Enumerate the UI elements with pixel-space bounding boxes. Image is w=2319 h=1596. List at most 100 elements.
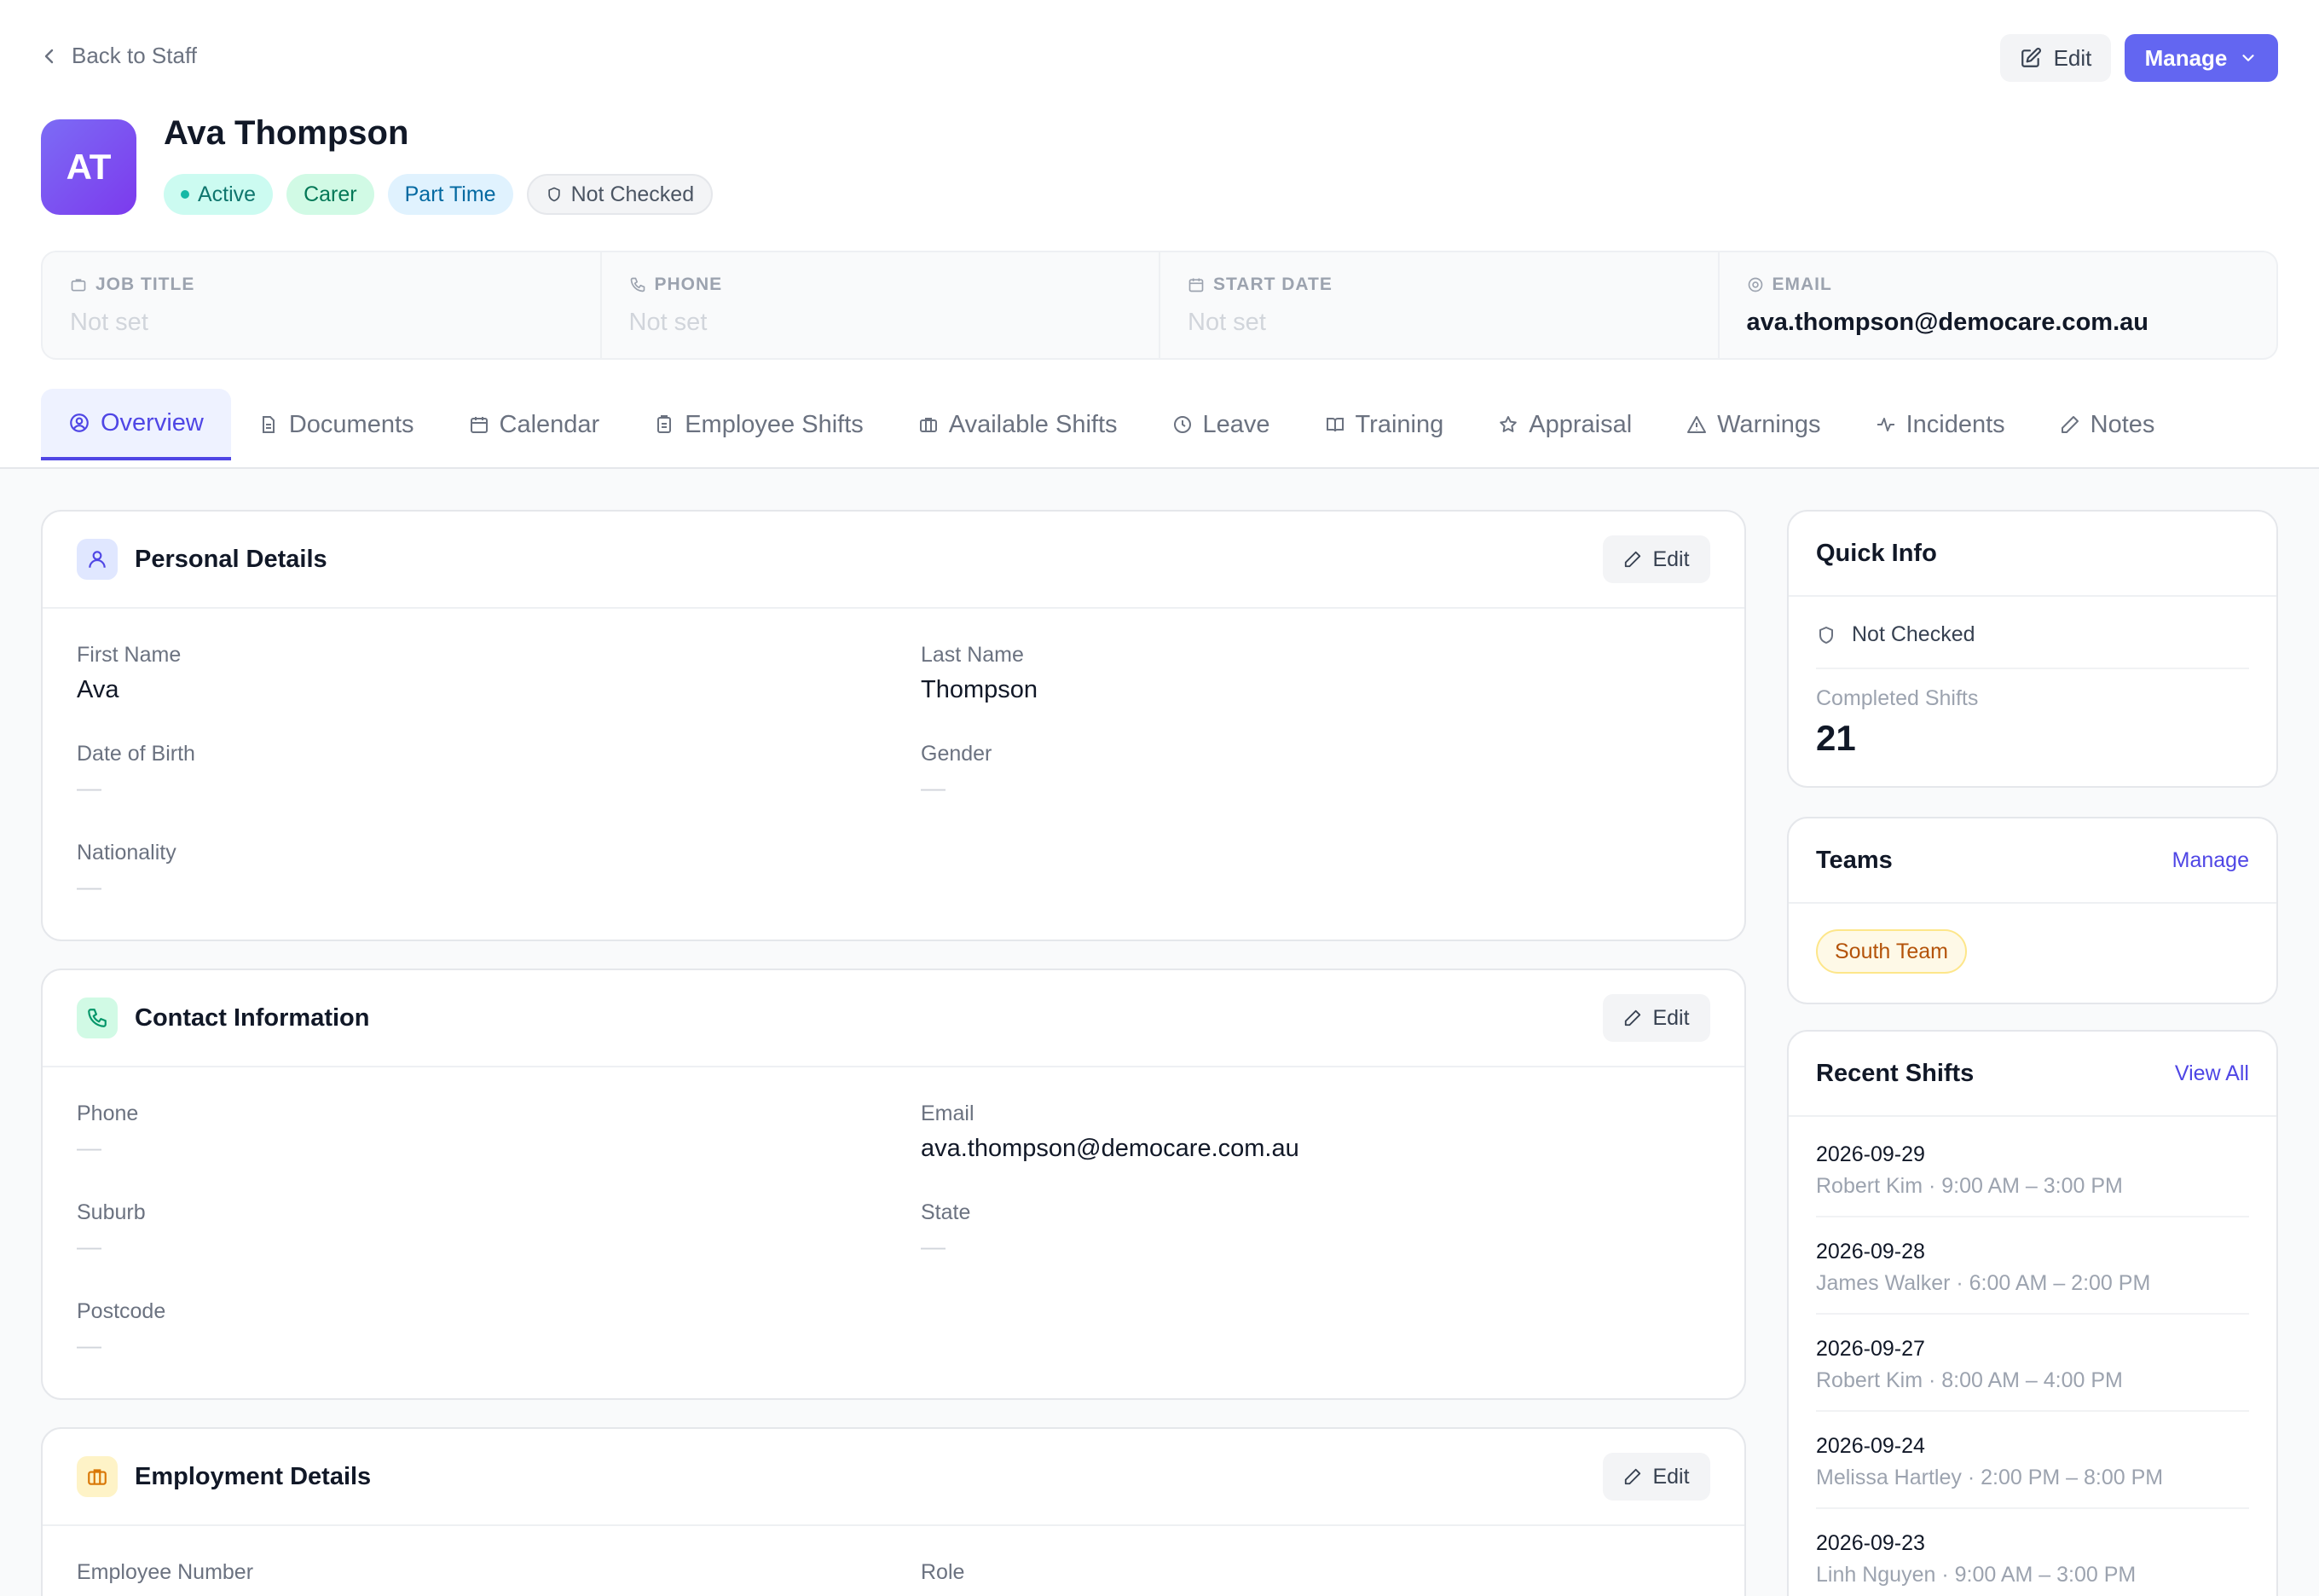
tab-documents[interactable]: Documents — [231, 389, 442, 460]
edit-personal-button[interactable]: Edit — [1603, 535, 1710, 583]
back-label: Back to Staff — [72, 43, 197, 68]
personal-details-card: Personal Details Edit First Name Ava Last… — [41, 510, 1746, 941]
calendar-icon — [470, 417, 488, 433]
calendar-icon — [1188, 278, 1204, 292]
manage-teams-link[interactable]: Manage — [2172, 848, 2249, 873]
tab-available-shifts[interactable]: Available Shifts — [891, 389, 1145, 460]
tab-calendar[interactable]: Calendar — [442, 389, 627, 460]
list-item[interactable]: 2026-09-29 Robert Kim · 9:00 AM – 3:00 PM — [1789, 1117, 2276, 1199]
overview-content: Personal Details Edit First Name Ava Last… — [0, 467, 2319, 1596]
contact-email-field: Email ava.thompson@democare.com.au — [921, 1102, 1299, 1163]
shift-description: Linh Nguyen · 9:00 AM – 3:00 PM — [1816, 1563, 2137, 1587]
back-to-staff-link[interactable]: Back to Staff — [43, 43, 197, 69]
role-field: Role — [921, 1560, 964, 1585]
dob-label: Date of Birth — [77, 742, 195, 766]
tab-overview[interactable]: Overview — [41, 389, 231, 460]
pencil-icon — [1625, 551, 1641, 568]
edit-personal-label: Edit — [1652, 546, 1690, 571]
shift-date: 2026-09-28 — [1816, 1240, 1925, 1264]
tab-notes-label: Notes — [2090, 410, 2155, 438]
employment-details-card: Employment Details Edit Employee Number … — [41, 1427, 1746, 1596]
state-label: State — [921, 1200, 971, 1224]
tab-warnings[interactable]: Warnings — [1659, 389, 1848, 460]
shield-icon — [547, 187, 560, 202]
shift-date: 2026-09-23 — [1816, 1531, 1925, 1555]
tab-employee-shifts-label: Employee Shifts — [685, 410, 864, 438]
tab-incidents-label: Incidents — [1906, 410, 2005, 438]
shift-date: 2026-09-27 — [1816, 1337, 1925, 1361]
tab-appraisal[interactable]: Appraisal — [1471, 389, 1659, 460]
carer-badge-label: Carer — [304, 182, 357, 206]
list-item[interactable]: 2026-09-28 James Walker · 6:00 AM – 2:00 … — [1789, 1217, 2276, 1296]
edit-employment-button[interactable]: Edit — [1603, 1453, 1710, 1501]
briefcase-icon — [919, 418, 937, 432]
star-icon — [1500, 416, 1518, 432]
user-icon — [77, 539, 118, 580]
recent-shifts-title: Recent Shifts — [1816, 1059, 1975, 1087]
employee-number-field: Employee Number — [77, 1560, 253, 1585]
job-title-label: JOB TITLE — [95, 275, 195, 294]
briefcase-icon — [71, 279, 86, 292]
completed-shifts-stat: Completed Shifts 21 — [1789, 669, 2276, 759]
part-time-badge: Part Time — [387, 174, 513, 215]
dob-value: — — [77, 775, 101, 802]
staff-name: Ava Thompson — [164, 114, 409, 152]
briefcase-icon — [77, 1456, 118, 1497]
teams-header: Teams Manage — [1789, 818, 2276, 904]
user-circle-icon — [70, 413, 89, 432]
pencil-icon — [2061, 416, 2079, 433]
clock-icon — [1173, 416, 1191, 433]
quick-info-title: Quick Info — [1816, 539, 1937, 567]
tab-notes[interactable]: Notes — [2033, 389, 2183, 460]
tab-leave[interactable]: Leave — [1145, 389, 1298, 460]
contact-information-header: Contact Information Edit — [43, 970, 1744, 1067]
active-badge: Active — [164, 174, 274, 215]
tab-incidents[interactable]: Incidents — [1848, 389, 2033, 460]
recent-shifts-card: Recent Shifts View All 2026-09-29 Robert … — [1787, 1030, 2278, 1596]
page-header: Back to Staff Edit Manage AT Ava Thompso… — [0, 0, 2319, 467]
employment-details-title: Employment Details — [135, 1462, 372, 1490]
active-badge-label: Active — [198, 182, 257, 206]
edit-profile-button[interactable]: Edit — [2000, 34, 2111, 82]
tab-employee-shifts[interactable]: Employee Shifts — [627, 389, 891, 460]
list-item[interactable]: 2026-09-24 Melissa Hartley · 2:00 PM – 8:… — [1789, 1412, 2276, 1490]
contact-phone-label: Phone — [77, 1102, 139, 1125]
shield-icon — [1819, 626, 1833, 644]
contact-phone-field: Phone — — [77, 1102, 138, 1163]
tab-available-shifts-label: Available Shifts — [948, 410, 1118, 438]
start-date-label: START DATE — [1213, 275, 1333, 294]
manage-dropdown-button[interactable]: Manage — [2125, 34, 2278, 82]
carer-badge: Carer — [286, 174, 374, 215]
list-item[interactable]: 2026-09-23 Linh Nguyen · 9:00 AM – 3:00 P… — [1789, 1509, 2276, 1587]
tab-warnings-label: Warnings — [1717, 410, 1821, 438]
phone-cell: PHONE Not set — [602, 252, 1160, 358]
shift-description: Robert Kim · 9:00 AM – 3:00 PM — [1816, 1174, 2123, 1198]
teams-title: Teams — [1816, 846, 1893, 874]
avatar: AT — [41, 119, 136, 215]
list-item[interactable]: 2026-09-27 Robert Kim · 8:00 AM – 4:00 PM — [1789, 1315, 2276, 1393]
start-date-value: Not set — [1188, 309, 1266, 336]
quick-info-check-status: Not Checked — [1852, 622, 1975, 646]
tab-training[interactable]: Training — [1298, 389, 1472, 460]
manage-label: Manage — [2144, 44, 2228, 71]
recent-shifts-header: Recent Shifts View All — [1789, 1032, 2276, 1117]
check-status-label: Not Checked — [570, 182, 695, 206]
quick-info-card: Quick Info Not Checked Completed Shifts … — [1787, 510, 2278, 788]
contact-information-title: Contact Information — [135, 1003, 370, 1032]
tab-overview-label: Overview — [101, 408, 204, 437]
activity-icon — [1877, 418, 1894, 431]
phone-label: PHONE — [654, 275, 723, 294]
edit-contact-button[interactable]: Edit — [1603, 994, 1710, 1042]
team-badge: South Team — [1816, 929, 1967, 974]
postcode-value: — — [77, 1333, 101, 1360]
recent-shifts-list: 2026-09-29 Robert Kim · 9:00 AM – 3:00 PM… — [1789, 1117, 2276, 1587]
document-icon — [262, 416, 275, 433]
first-name-value: Ava — [77, 676, 119, 703]
suburb-label: Suburb — [77, 1200, 146, 1224]
active-dot-icon — [181, 190, 189, 199]
edit-contact-label: Edit — [1652, 1005, 1690, 1030]
view-all-shifts-link[interactable]: View All — [2175, 1061, 2249, 1086]
completed-shifts-label: Completed Shifts — [1816, 686, 1979, 710]
warning-triangle-icon — [1687, 416, 1707, 433]
pencil-icon — [1625, 1009, 1641, 1026]
